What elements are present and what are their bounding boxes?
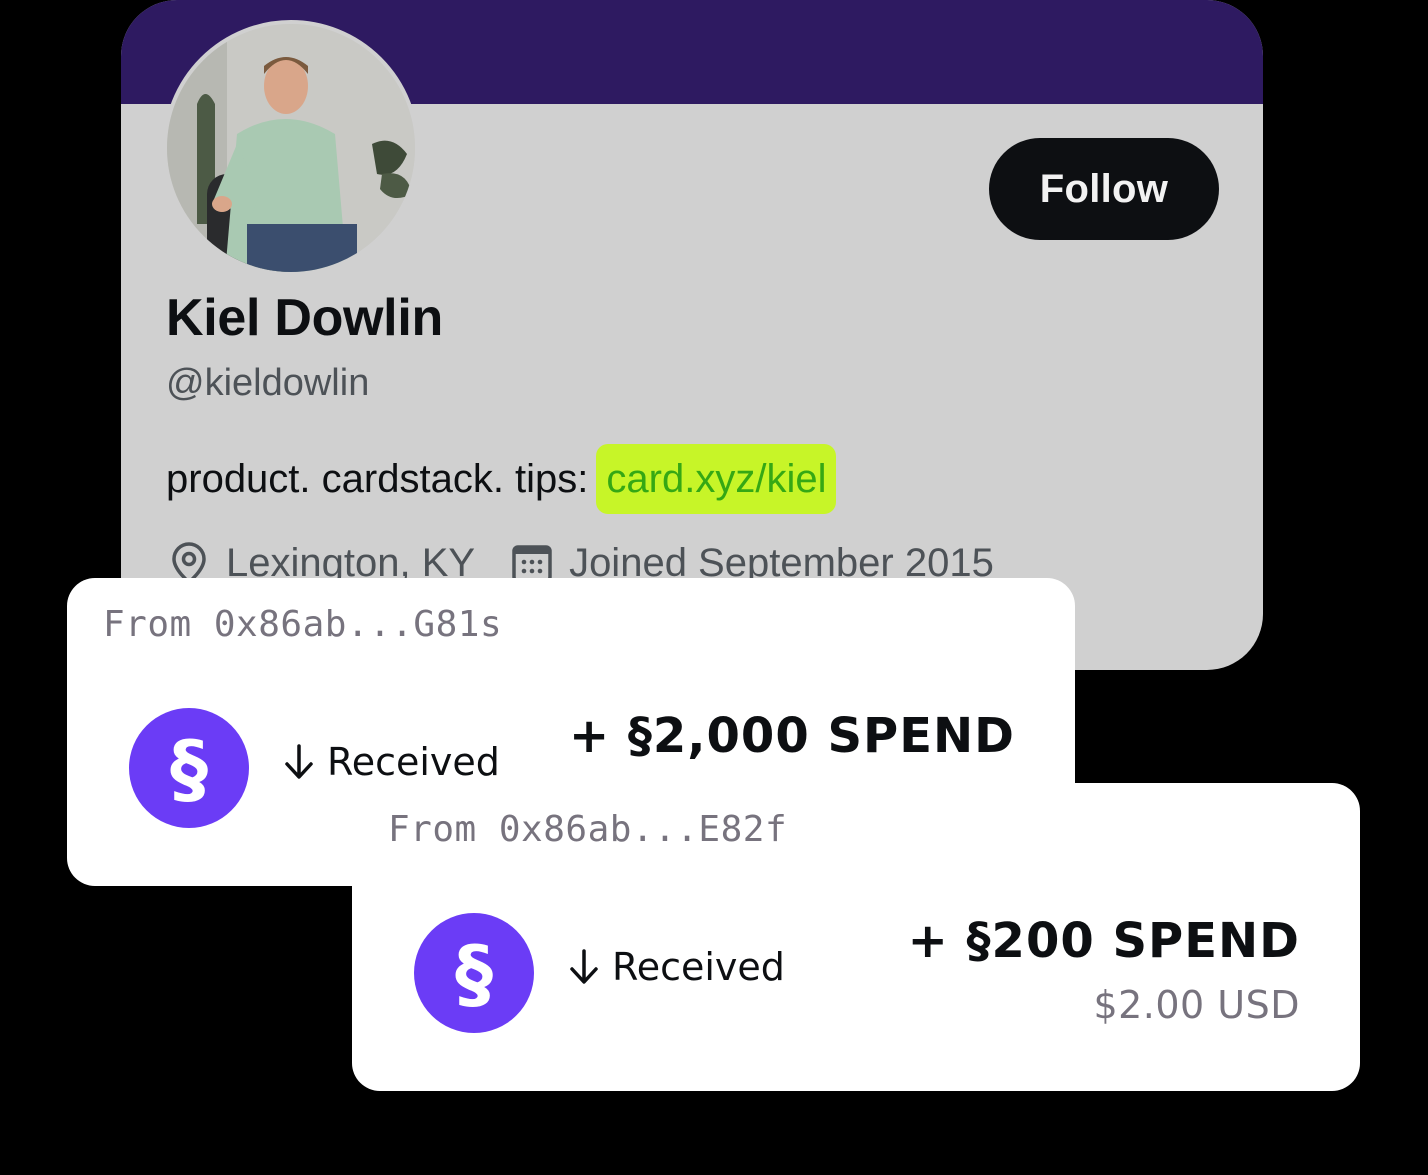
spend-coin-icon: § (414, 913, 534, 1033)
transaction-amount: + §200 SPEND (907, 913, 1300, 969)
transaction-from: From 0x86ab...G81s (103, 604, 503, 645)
bio-link[interactable]: card.xyz/kiel (596, 444, 837, 514)
profile-handle[interactable]: @kieldowlin (166, 362, 369, 405)
transaction-status-label: Received (612, 945, 785, 989)
spend-coin-icon: § (129, 708, 249, 828)
transaction-status: Received (281, 740, 500, 784)
transaction-usd-value: $2.00 USD (1093, 983, 1300, 1027)
follow-button[interactable]: Follow (989, 138, 1219, 240)
profile-card: Follow Kiel Dowlin @kieldowlin product. … (121, 0, 1263, 670)
transaction-card[interactable]: From 0x86ab...E82f § Received + §200 SPE… (352, 783, 1360, 1091)
avatar[interactable] (163, 20, 419, 276)
profile-name: Kiel Dowlin (166, 289, 443, 347)
transaction-status: Received (566, 945, 785, 989)
bio-text: product. cardstack. tips: (166, 456, 589, 501)
avatar-photo (167, 24, 415, 272)
arrow-down-icon (566, 947, 602, 987)
arrow-down-icon (281, 742, 317, 782)
profile-bio: product. cardstack. tips: card.xyz/kiel (166, 444, 837, 514)
transaction-status-label: Received (327, 740, 500, 784)
transaction-from: From 0x86ab...E82f (388, 809, 788, 850)
transaction-amount: + §2,000 SPEND (568, 708, 1015, 764)
